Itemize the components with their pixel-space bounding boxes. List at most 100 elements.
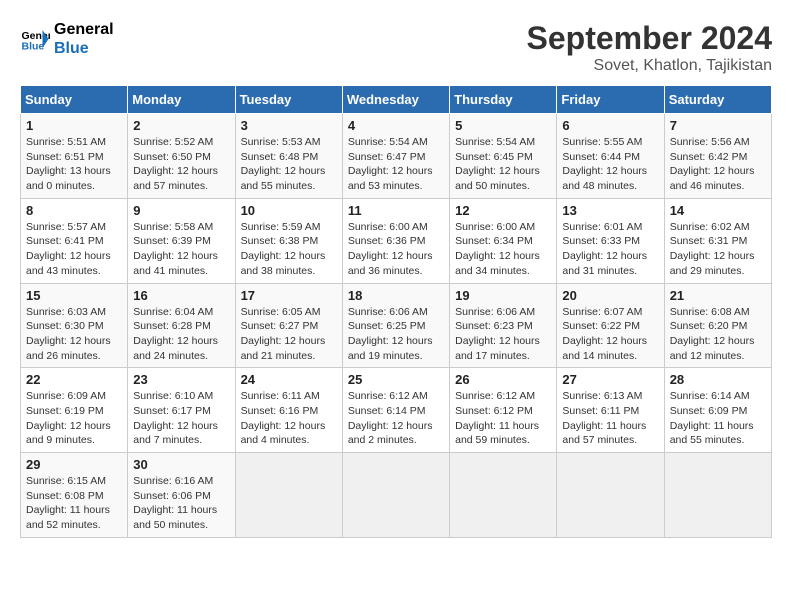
day-number: 1 bbox=[26, 118, 122, 133]
header-cell-thursday: Thursday bbox=[450, 86, 557, 114]
month-title: September 2024 bbox=[527, 20, 772, 57]
day-info: Sunrise: 5:59 AM Sunset: 6:38 PM Dayligh… bbox=[241, 220, 337, 279]
day-cell: 13 Sunrise: 6:01 AM Sunset: 6:33 PM Dayli… bbox=[557, 198, 664, 283]
day-cell bbox=[235, 453, 342, 538]
day-info: Sunrise: 5:57 AM Sunset: 6:41 PM Dayligh… bbox=[26, 220, 122, 279]
logo: General Blue General Blue bbox=[20, 20, 114, 58]
day-number: 23 bbox=[133, 372, 229, 387]
day-cell: 21 Sunrise: 6:08 AM Sunset: 6:20 PM Dayli… bbox=[664, 283, 771, 368]
day-info: Sunrise: 6:10 AM Sunset: 6:17 PM Dayligh… bbox=[133, 389, 229, 448]
day-number: 28 bbox=[670, 372, 766, 387]
day-number: 9 bbox=[133, 203, 229, 218]
header-cell-tuesday: Tuesday bbox=[235, 86, 342, 114]
week-row-1: 1 Sunrise: 5:51 AM Sunset: 6:51 PM Daylig… bbox=[21, 114, 772, 199]
day-number: 6 bbox=[562, 118, 658, 133]
day-info: Sunrise: 5:52 AM Sunset: 6:50 PM Dayligh… bbox=[133, 135, 229, 194]
day-cell: 14Sunrise: 6:02 AM Sunset: 6:31 PM Dayli… bbox=[664, 198, 771, 283]
day-info: Sunrise: 6:14 AM Sunset: 6:09 PM Dayligh… bbox=[670, 389, 766, 448]
day-number: 25 bbox=[348, 372, 444, 387]
day-info: Sunrise: 6:06 AM Sunset: 6:23 PM Dayligh… bbox=[455, 305, 551, 364]
day-cell: 29 Sunrise: 6:15 AM Sunset: 6:08 PM Dayli… bbox=[21, 453, 128, 538]
day-number: 21 bbox=[670, 288, 766, 303]
day-cell: 17 Sunrise: 6:05 AM Sunset: 6:27 PM Dayli… bbox=[235, 283, 342, 368]
day-info: Sunrise: 5:53 AM Sunset: 6:48 PM Dayligh… bbox=[241, 135, 337, 194]
day-number: 13 bbox=[562, 203, 658, 218]
day-info: Sunrise: 5:58 AM Sunset: 6:39 PM Dayligh… bbox=[133, 220, 229, 279]
day-number: 20 bbox=[562, 288, 658, 303]
day-info: Sunrise: 5:51 AM Sunset: 6:51 PM Dayligh… bbox=[26, 135, 122, 194]
day-number: 4 bbox=[348, 118, 444, 133]
day-cell: 7Sunrise: 5:56 AM Sunset: 6:42 PM Daylig… bbox=[664, 114, 771, 199]
header-cell-friday: Friday bbox=[557, 86, 664, 114]
day-cell: 16Sunrise: 6:04 AM Sunset: 6:28 PM Dayli… bbox=[128, 283, 235, 368]
day-number: 17 bbox=[241, 288, 337, 303]
day-number: 27 bbox=[562, 372, 658, 387]
day-info: Sunrise: 6:11 AM Sunset: 6:16 PM Dayligh… bbox=[241, 389, 337, 448]
day-number: 22 bbox=[26, 372, 122, 387]
logo-icon: General Blue bbox=[20, 24, 50, 54]
day-cell: 30 Sunrise: 6:16 AM Sunset: 6:06 PM Dayli… bbox=[128, 453, 235, 538]
day-number: 24 bbox=[241, 372, 337, 387]
day-cell: 28 Sunrise: 6:14 AM Sunset: 6:09 PM Dayli… bbox=[664, 368, 771, 453]
day-number: 3 bbox=[241, 118, 337, 133]
day-cell: 22Sunrise: 6:09 AM Sunset: 6:19 PM Dayli… bbox=[21, 368, 128, 453]
day-info: Sunrise: 6:16 AM Sunset: 6:06 PM Dayligh… bbox=[133, 474, 229, 533]
header-cell-saturday: Saturday bbox=[664, 86, 771, 114]
day-info: Sunrise: 5:54 AM Sunset: 6:47 PM Dayligh… bbox=[348, 135, 444, 194]
day-cell bbox=[342, 453, 449, 538]
day-info: Sunrise: 5:55 AM Sunset: 6:44 PM Dayligh… bbox=[562, 135, 658, 194]
day-cell: 26 Sunrise: 6:12 AM Sunset: 6:12 PM Dayli… bbox=[450, 368, 557, 453]
day-info: Sunrise: 5:56 AM Sunset: 6:42 PM Dayligh… bbox=[670, 135, 766, 194]
day-number: 29 bbox=[26, 457, 122, 472]
week-row-5: 29 Sunrise: 6:15 AM Sunset: 6:08 PM Dayli… bbox=[21, 453, 772, 538]
day-info: Sunrise: 6:12 AM Sunset: 6:14 PM Dayligh… bbox=[348, 389, 444, 448]
day-number: 2 bbox=[133, 118, 229, 133]
day-number: 19 bbox=[455, 288, 551, 303]
day-cell: 15Sunrise: 6:03 AM Sunset: 6:30 PM Dayli… bbox=[21, 283, 128, 368]
day-cell: 24 Sunrise: 6:11 AM Sunset: 6:16 PM Dayli… bbox=[235, 368, 342, 453]
day-number: 26 bbox=[455, 372, 551, 387]
day-number: 5 bbox=[455, 118, 551, 133]
day-cell: 25 Sunrise: 6:12 AM Sunset: 6:14 PM Dayli… bbox=[342, 368, 449, 453]
week-row-3: 15Sunrise: 6:03 AM Sunset: 6:30 PM Dayli… bbox=[21, 283, 772, 368]
header-cell-wednesday: Wednesday bbox=[342, 86, 449, 114]
day-cell bbox=[664, 453, 771, 538]
day-info: Sunrise: 6:05 AM Sunset: 6:27 PM Dayligh… bbox=[241, 305, 337, 364]
day-cell: 23 Sunrise: 6:10 AM Sunset: 6:17 PM Dayli… bbox=[128, 368, 235, 453]
day-info: Sunrise: 6:06 AM Sunset: 6:25 PM Dayligh… bbox=[348, 305, 444, 364]
day-info: Sunrise: 6:00 AM Sunset: 6:34 PM Dayligh… bbox=[455, 220, 551, 279]
day-cell bbox=[557, 453, 664, 538]
header-cell-monday: Monday bbox=[128, 86, 235, 114]
day-info: Sunrise: 6:03 AM Sunset: 6:30 PM Dayligh… bbox=[26, 305, 122, 364]
day-info: Sunrise: 6:02 AM Sunset: 6:31 PM Dayligh… bbox=[670, 220, 766, 279]
day-number: 12 bbox=[455, 203, 551, 218]
day-info: Sunrise: 6:15 AM Sunset: 6:08 PM Dayligh… bbox=[26, 474, 122, 533]
svg-text:Blue: Blue bbox=[22, 41, 45, 53]
header-cell-sunday: Sunday bbox=[21, 86, 128, 114]
day-info: Sunrise: 6:12 AM Sunset: 6:12 PM Dayligh… bbox=[455, 389, 551, 448]
week-row-2: 8 Sunrise: 5:57 AM Sunset: 6:41 PM Daylig… bbox=[21, 198, 772, 283]
day-cell: 8 Sunrise: 5:57 AM Sunset: 6:41 PM Daylig… bbox=[21, 198, 128, 283]
day-number: 11 bbox=[348, 203, 444, 218]
day-number: 16 bbox=[133, 288, 229, 303]
calendar-table: SundayMondayTuesdayWednesdayThursdayFrid… bbox=[20, 85, 772, 538]
day-number: 18 bbox=[348, 288, 444, 303]
calendar-body: 1 Sunrise: 5:51 AM Sunset: 6:51 PM Daylig… bbox=[21, 114, 772, 538]
day-cell: 3 Sunrise: 5:53 AM Sunset: 6:48 PM Daylig… bbox=[235, 114, 342, 199]
day-cell bbox=[450, 453, 557, 538]
logo-general: General bbox=[54, 20, 114, 39]
day-cell: 5Sunrise: 5:54 AM Sunset: 6:45 PM Daylig… bbox=[450, 114, 557, 199]
location-subtitle: Sovet, Khatlon, Tajikistan bbox=[527, 57, 772, 75]
day-cell: 27Sunrise: 6:13 AM Sunset: 6:11 PM Dayli… bbox=[557, 368, 664, 453]
day-cell: 19 Sunrise: 6:06 AM Sunset: 6:23 PM Dayli… bbox=[450, 283, 557, 368]
calendar-header: SundayMondayTuesdayWednesdayThursdayFrid… bbox=[21, 86, 772, 114]
day-cell: 11Sunrise: 6:00 AM Sunset: 6:36 PM Dayli… bbox=[342, 198, 449, 283]
day-cell: 10Sunrise: 5:59 AM Sunset: 6:38 PM Dayli… bbox=[235, 198, 342, 283]
day-number: 30 bbox=[133, 457, 229, 472]
page-header: General Blue General Blue September 2024… bbox=[20, 20, 772, 75]
day-info: Sunrise: 6:01 AM Sunset: 6:33 PM Dayligh… bbox=[562, 220, 658, 279]
day-number: 8 bbox=[26, 203, 122, 218]
day-info: Sunrise: 6:08 AM Sunset: 6:20 PM Dayligh… bbox=[670, 305, 766, 364]
day-info: Sunrise: 6:07 AM Sunset: 6:22 PM Dayligh… bbox=[562, 305, 658, 364]
title-area: September 2024 Sovet, Khatlon, Tajikista… bbox=[527, 20, 772, 75]
